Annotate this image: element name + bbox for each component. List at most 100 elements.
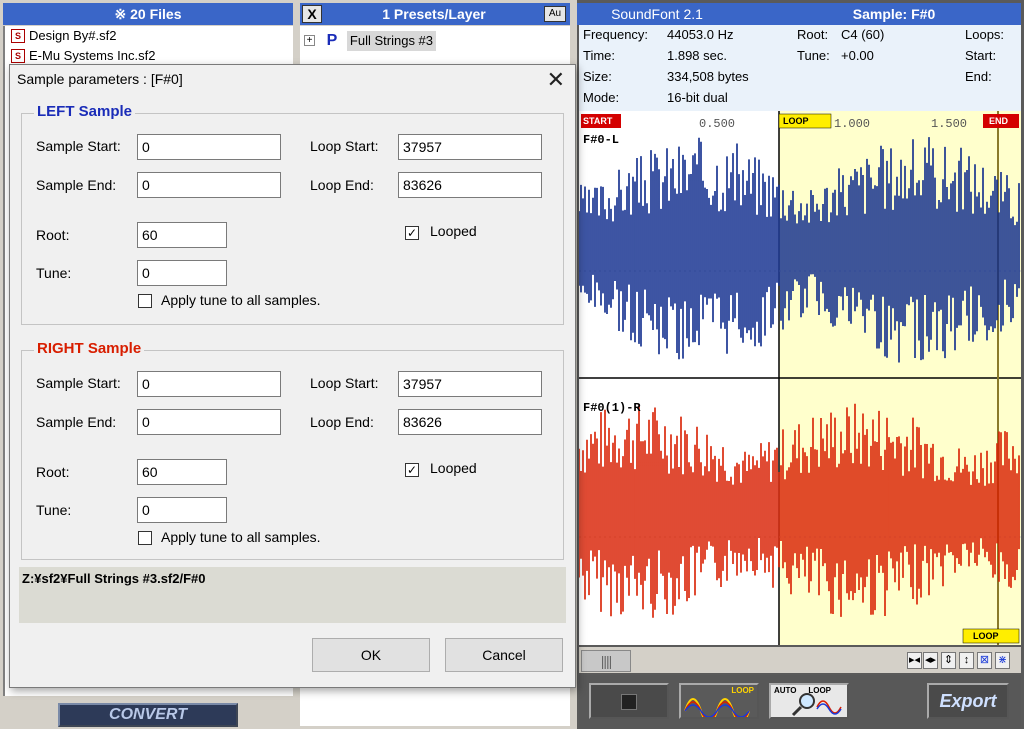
right-looped-checkbox[interactable]: ✓ bbox=[405, 463, 419, 477]
size-label: Size: bbox=[583, 69, 612, 84]
tree-item[interactable]: + P Full Strings #3 bbox=[304, 30, 437, 51]
loop-button[interactable]: LOOP bbox=[679, 683, 759, 719]
root-label: Root: bbox=[36, 464, 70, 480]
export-button[interactable]: Export bbox=[927, 683, 1009, 719]
au-button[interactable]: Au bbox=[544, 6, 566, 22]
looped-label: Looped bbox=[430, 223, 477, 239]
left-sample-start-input[interactable]: 0 bbox=[137, 134, 281, 160]
dialog-title: Sample parameters : [F#0] bbox=[17, 71, 183, 87]
apply-tune-label: Apply tune to all samples. bbox=[161, 292, 321, 308]
frequency-label: Frequency: bbox=[583, 27, 649, 42]
close-presets-button[interactable]: X bbox=[302, 5, 322, 23]
list-item[interactable]: S E-Mu Systems Inc.sf2 bbox=[5, 46, 293, 66]
sample-header: SoundFont 2.1 Sample: F#0 bbox=[577, 3, 1021, 25]
right-sample-group: RIGHT Sample Sample Start: 0 Loop Start:… bbox=[21, 340, 564, 560]
presets-title: 1 Presets/Layer bbox=[382, 6, 486, 22]
soundfont-file-icon: S bbox=[11, 49, 25, 63]
sample-info: Frequency: 44053.0 Hz Time: 1.898 sec. S… bbox=[579, 25, 1021, 111]
zoom-fit-icon[interactable]: ▸◂ bbox=[907, 652, 922, 669]
apply-tune-label: Apply tune to all samples. bbox=[161, 529, 321, 545]
loop-start-info-label: Start: bbox=[965, 48, 997, 63]
sample-parameters-dialog: Sample parameters : [F#0] ✕ LEFT Sample … bbox=[9, 64, 576, 688]
zoom-horizontal-icon[interactable]: ◂▸ bbox=[923, 652, 938, 669]
waveform-view[interactable]: START LOOP END LOOP 0.500 1.000 1.500 F#… bbox=[579, 111, 1021, 645]
loop-start-marker-label: LOOP bbox=[783, 116, 809, 126]
root-value: C4 (60) bbox=[841, 27, 885, 42]
mode-label: Mode: bbox=[583, 90, 620, 105]
cancel-button[interactable]: Cancel bbox=[445, 638, 563, 672]
right-sample-end-input[interactable]: 0 bbox=[137, 409, 281, 435]
frequency-value: 44053.0 Hz bbox=[667, 27, 734, 42]
scroll-thumb[interactable]: |||| bbox=[581, 650, 631, 672]
ok-button[interactable]: OK bbox=[312, 638, 430, 672]
left-channel-label: F#0-L bbox=[583, 133, 619, 147]
soundfont-file-icon: S bbox=[11, 29, 25, 43]
sample-start-label: Sample Start: bbox=[36, 138, 121, 154]
soundfont-version: SoundFont 2.1 bbox=[611, 6, 703, 22]
loop-button-label: LOOP bbox=[731, 686, 754, 695]
start-marker-label: START bbox=[583, 116, 613, 126]
root-label: Root: bbox=[797, 27, 829, 42]
sample-end-label: Sample End: bbox=[36, 177, 117, 193]
time-tick-label: 0.500 bbox=[699, 117, 735, 131]
loop-end-info-label: End: bbox=[965, 69, 992, 84]
zoom-vertical-in-icon[interactable]: ⇕ bbox=[941, 652, 956, 669]
tune-label: Tune: bbox=[36, 502, 72, 518]
right-root-input[interactable]: 60 bbox=[137, 459, 227, 485]
bottom-toolbar: LOOP AUTO LOOP Export bbox=[579, 675, 1021, 729]
left-apply-tune-checkbox[interactable] bbox=[138, 294, 152, 308]
time-value: 1.898 sec. bbox=[667, 48, 727, 63]
left-sample-end-input[interactable]: 0 bbox=[137, 172, 281, 198]
presets-header: X 1 Presets/Layer Au bbox=[300, 3, 570, 25]
right-sample-start-input[interactable]: 0 bbox=[137, 371, 281, 397]
close-icon[interactable]: ✕ bbox=[547, 67, 565, 93]
loop-end-marker-label: LOOP bbox=[973, 631, 999, 641]
mode-value: 16-bit dual bbox=[667, 90, 728, 105]
time-tick-label: 1.500 bbox=[931, 117, 967, 131]
left-sample-group: LEFT Sample Sample Start: 0 Loop Start: … bbox=[21, 103, 564, 325]
tune-label: Tune: bbox=[797, 48, 830, 63]
loop-start-label: Loop Start: bbox=[310, 375, 379, 391]
file-name: Design By#.sf2 bbox=[29, 28, 117, 43]
loops-label: Loops: bbox=[965, 27, 1005, 42]
right-channel-label: F#0(1)-R bbox=[583, 401, 641, 415]
root-label: Root: bbox=[36, 227, 70, 243]
sample-panel: SoundFont 2.1 Sample: F#0 Frequency: 440… bbox=[577, 0, 1024, 729]
sample-title: Sample: F#0 bbox=[852, 6, 936, 22]
horizontal-scrollbar[interactable]: |||| ▸◂ ◂▸ ⇕ ↕ ⊠ ⋇ bbox=[579, 647, 1021, 673]
size-value: 334,508 bytes bbox=[667, 69, 749, 84]
tune-label: Tune: bbox=[36, 265, 72, 281]
zoom-box-icon[interactable]: ⊠ bbox=[977, 652, 992, 669]
expand-icon[interactable]: + bbox=[304, 35, 315, 47]
looped-label: Looped bbox=[430, 460, 477, 476]
magnifier-icon bbox=[791, 693, 842, 717]
left-root-input[interactable]: 60 bbox=[137, 222, 227, 248]
sample-start-label: Sample Start: bbox=[36, 375, 121, 391]
left-looped-checkbox[interactable]: ✓ bbox=[405, 226, 419, 240]
files-header: ※ 20 Files bbox=[3, 3, 293, 25]
waveform-canvas[interactable]: START LOOP END LOOP 0.500 1.000 1.500 F#… bbox=[579, 111, 1021, 645]
zoom-reset-icon[interactable]: ⋇ bbox=[995, 652, 1010, 669]
convert-button[interactable]: CONVERT bbox=[58, 703, 238, 727]
preset-name: Full Strings #3 bbox=[346, 30, 437, 51]
loop-end-label: Loop End: bbox=[310, 177, 374, 193]
auto-loop-button[interactable]: AUTO LOOP bbox=[769, 683, 849, 719]
end-marker-label: END bbox=[989, 116, 1009, 126]
right-loop-start-input[interactable]: 37957 bbox=[398, 371, 542, 397]
right-apply-tune-checkbox[interactable] bbox=[138, 531, 152, 545]
right-sample-heading: RIGHT Sample bbox=[34, 340, 145, 357]
left-loop-start-input[interactable]: 37957 bbox=[398, 134, 542, 160]
tune-value: +0.00 bbox=[841, 48, 874, 63]
file-name: E-Mu Systems Inc.sf2 bbox=[29, 48, 156, 63]
left-sample-heading: LEFT Sample bbox=[34, 103, 136, 120]
zoom-vertical-out-icon[interactable]: ↕ bbox=[959, 652, 974, 669]
left-tune-input[interactable]: 0 bbox=[137, 260, 227, 286]
right-loop-end-input[interactable]: 83626 bbox=[398, 409, 542, 435]
loop-end-label: Loop End: bbox=[310, 414, 374, 430]
preset-icon: P bbox=[326, 31, 338, 49]
left-loop-end-input[interactable]: 83626 bbox=[398, 172, 542, 198]
stop-button[interactable] bbox=[589, 683, 669, 719]
time-label: Time: bbox=[583, 48, 616, 63]
right-tune-input[interactable]: 0 bbox=[137, 497, 227, 523]
list-item[interactable]: S Design By#.sf2 bbox=[5, 26, 293, 46]
